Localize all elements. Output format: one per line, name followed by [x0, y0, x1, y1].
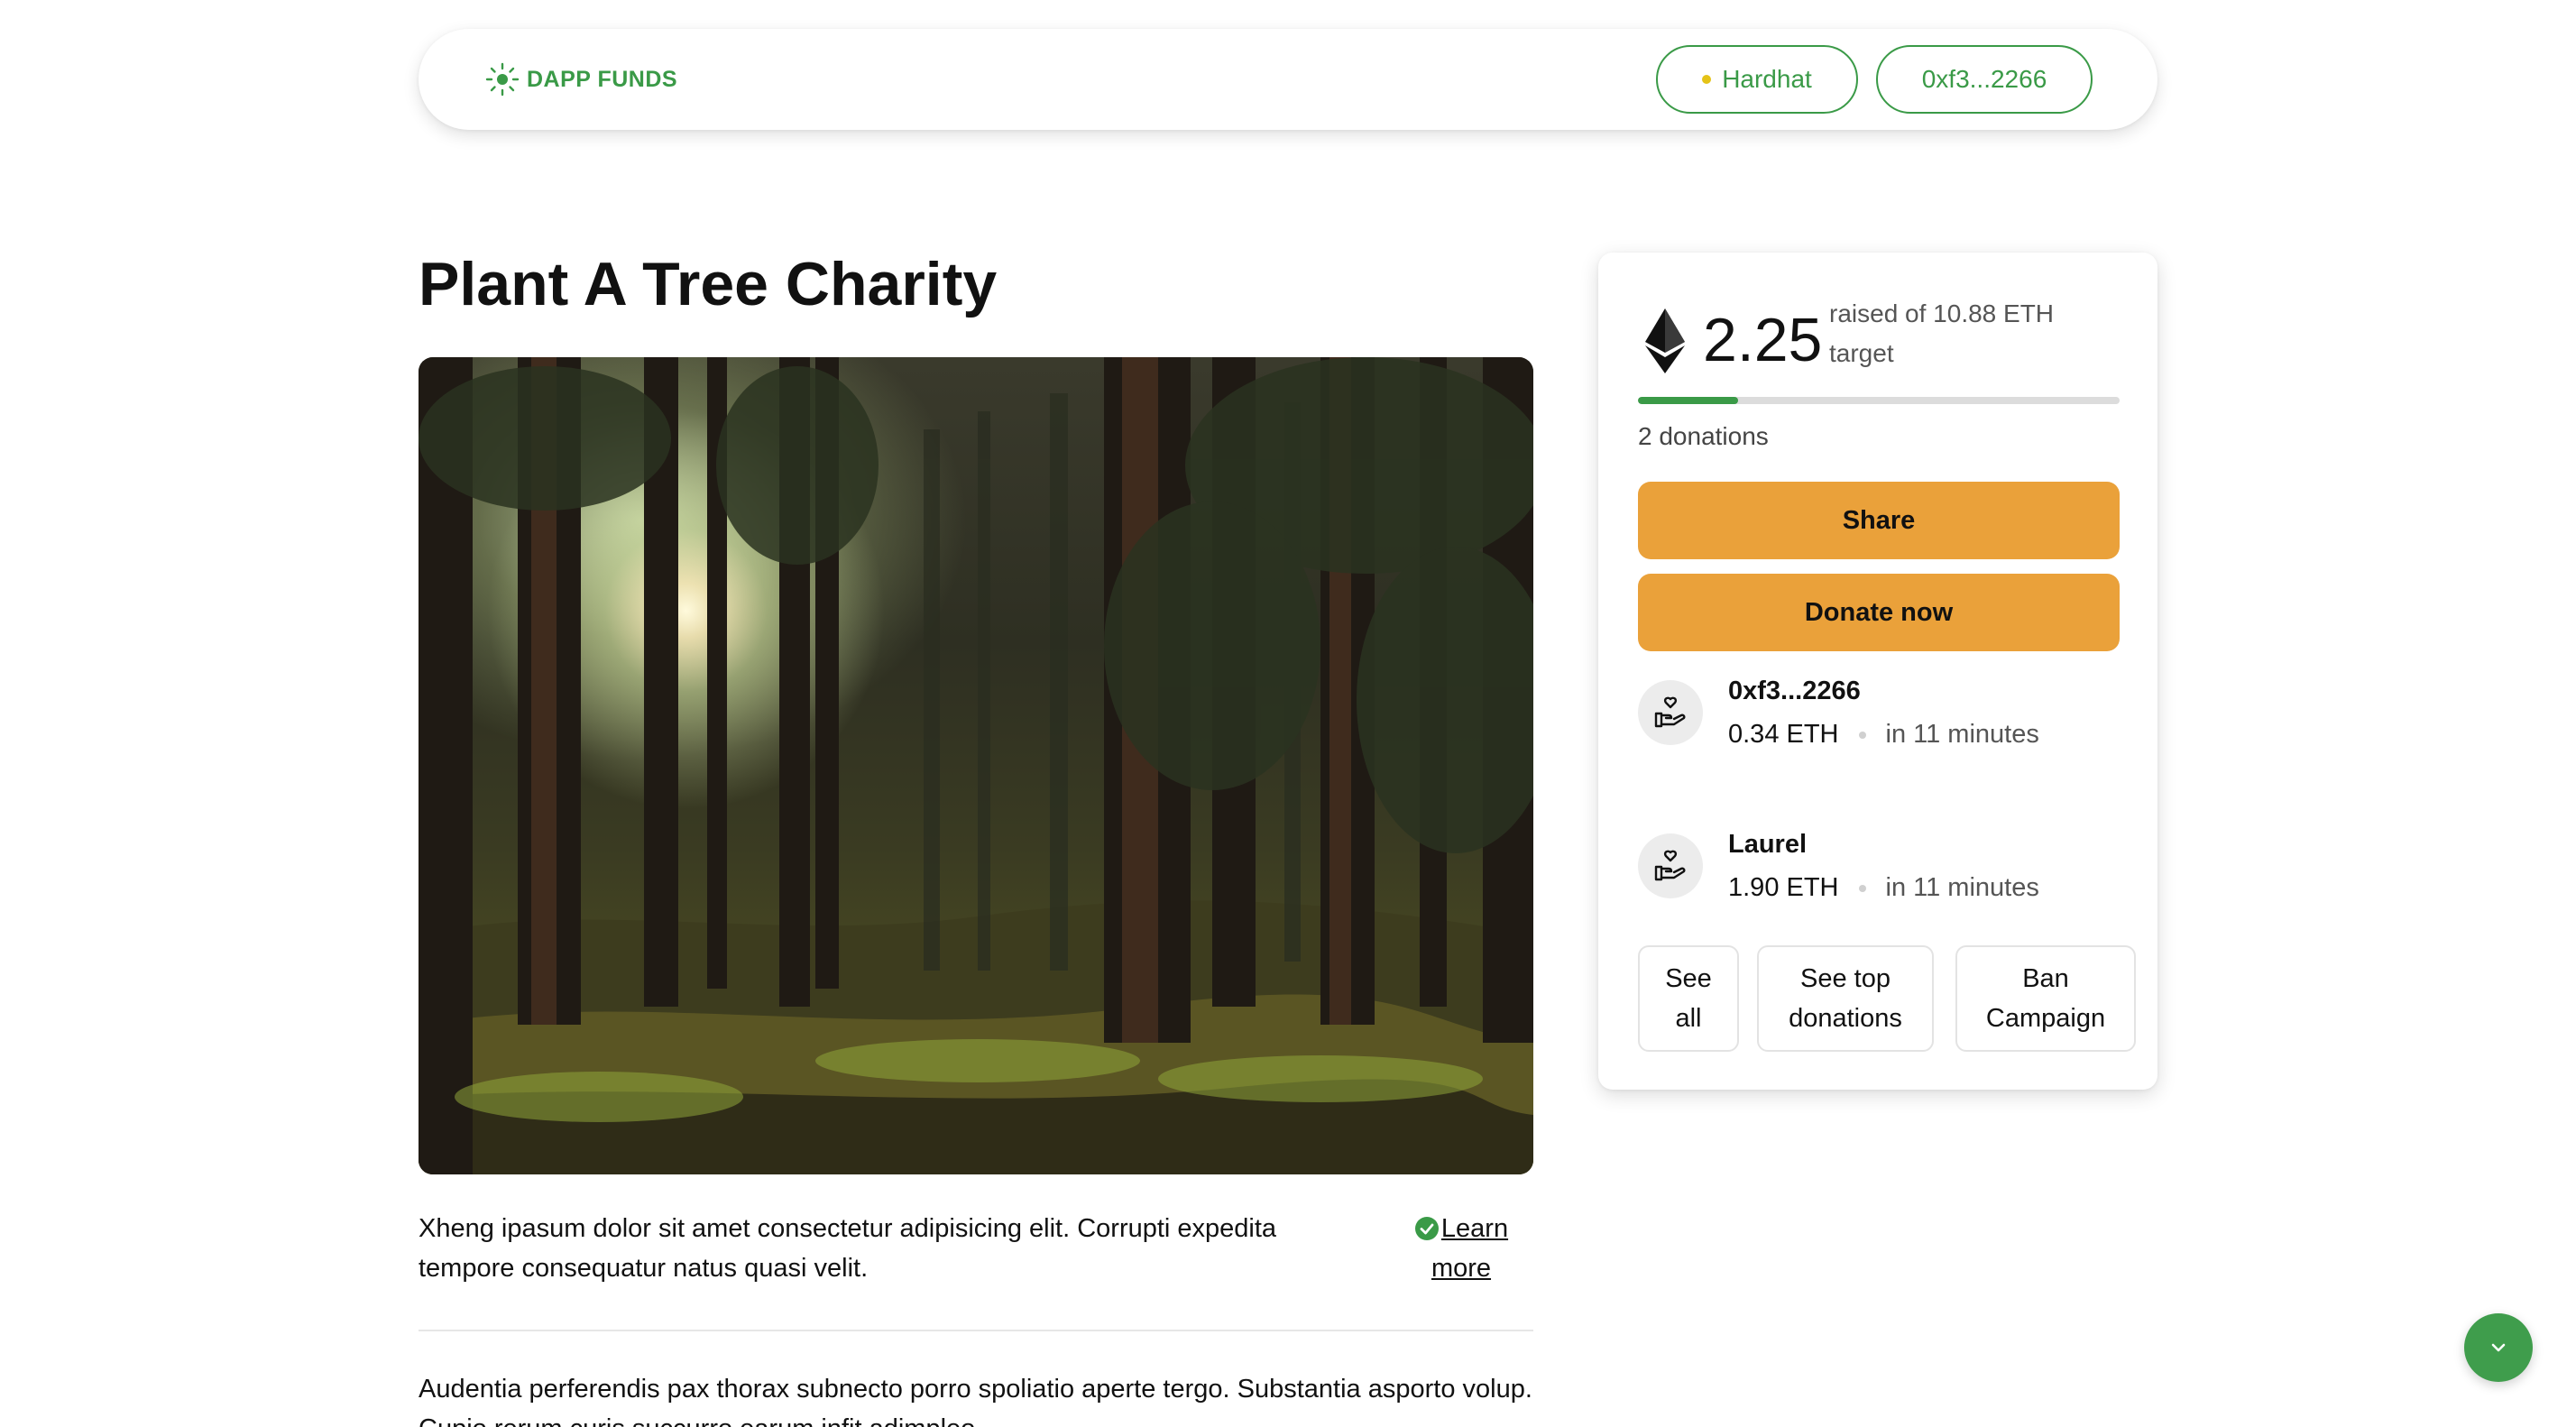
network-button[interactable]: Hardhat: [1656, 45, 1858, 114]
donor-name: 0xf3...2266: [1728, 677, 1861, 705]
chevron-down-icon: [2491, 1343, 2506, 1352]
donation-meta: 1.90 ETH in 11 minutes: [1728, 873, 2039, 903]
account-label: 0xf3...2266: [1921, 65, 2047, 93]
donor-avatar: [1638, 680, 1703, 745]
donation-item: 0xf3...2266 0.34 ETH in 11 minutes: [1638, 677, 2143, 758]
ban-label-line1: Ban: [2022, 964, 2069, 993]
funding-progress-bar: [1638, 397, 2120, 404]
see-all-label-line2: all: [1675, 1004, 1702, 1033]
divider: [419, 1330, 1533, 1331]
learn-more-link-2[interactable]: more: [1431, 1254, 1491, 1283]
campaign-summary: Xheng ipasum dolor sit amet consectetur …: [419, 1214, 1277, 1283]
share-button[interactable]: Share: [1638, 482, 2120, 559]
donation-time: in 11 minutes: [1885, 873, 2039, 902]
raised-target-text: raised of 10.88 ETH target: [1829, 299, 2055, 367]
ethereum-icon: [1645, 308, 1685, 373]
account-button[interactable]: 0xf3...2266: [1876, 45, 2093, 114]
ban-label-line2: Campaign: [1985, 1004, 2106, 1033]
campaign-image: [419, 357, 1533, 1174]
forest-illustration: [419, 357, 1533, 1174]
see-all-button[interactable]: See all: [1638, 945, 1739, 1052]
brand-logo[interactable]: DAPP FUNDS: [483, 60, 677, 99]
raised-amount: 2.25: [1703, 306, 1823, 374]
see-top-label-line2: donations: [1789, 1004, 1902, 1033]
learn-more-link[interactable]: Learn: [1441, 1214, 1508, 1243]
donation-item: Laurel 1.90 ETH in 11 minutes: [1638, 830, 2143, 911]
check-circle-icon: [1414, 1217, 1439, 1240]
learn-more[interactable]: Learn more: [1407, 1209, 1515, 1288]
donate-now-button[interactable]: Donate now: [1638, 574, 2120, 651]
donor-name: Laurel: [1728, 830, 1808, 859]
funding-card: 2.25 raised of 10.88 ETH target 2 donati…: [1598, 253, 2157, 1090]
campaign-description: Audentia perferendis pax thorax subnecto…: [419, 1375, 1532, 1427]
separator-dot: [1858, 731, 1866, 739]
donor-avatar: [1638, 833, 1703, 898]
page-title: Plant A Tree Charity: [419, 250, 998, 318]
see-top-donations-button[interactable]: See top donations: [1757, 945, 1934, 1052]
status-dot-icon: [1702, 75, 1712, 84]
donations-count: 2 donations: [1638, 422, 1769, 450]
hand-donate-icon: [1654, 850, 1686, 881]
see-all-label-line1: See: [1665, 964, 1712, 993]
donation-meta: 0.34 ETH in 11 minutes: [1728, 720, 2039, 750]
ban-campaign-button[interactable]: Ban Campaign: [1955, 945, 2136, 1052]
see-top-label-line1: See top: [1800, 964, 1891, 993]
brand-name: DAPP FUNDS: [527, 66, 678, 92]
donation-amount: 0.34 ETH: [1728, 720, 1839, 749]
top-navbar: DAPP FUNDS Hardhat 0xf3...2266: [419, 29, 2157, 130]
funding-progress-fill: [1638, 397, 1738, 404]
network-label: Hardhat: [1722, 65, 1812, 93]
separator-dot: [1858, 884, 1866, 892]
hand-donate-icon: [1654, 696, 1686, 728]
donation-time: in 11 minutes: [1885, 720, 2039, 749]
campaign-page: DAPP FUNDS Hardhat 0xf3...2266 Plant A T…: [0, 0, 2576, 1427]
donation-amount: 1.90 ETH: [1728, 873, 1839, 902]
see-top-label: See top donations: [1789, 959, 1902, 1038]
see-all-label: See all: [1665, 959, 1712, 1038]
ban-label: Ban Campaign: [1986, 959, 2105, 1038]
sun-icon: [483, 60, 521, 98]
scroll-down-button[interactable]: [2464, 1313, 2533, 1382]
